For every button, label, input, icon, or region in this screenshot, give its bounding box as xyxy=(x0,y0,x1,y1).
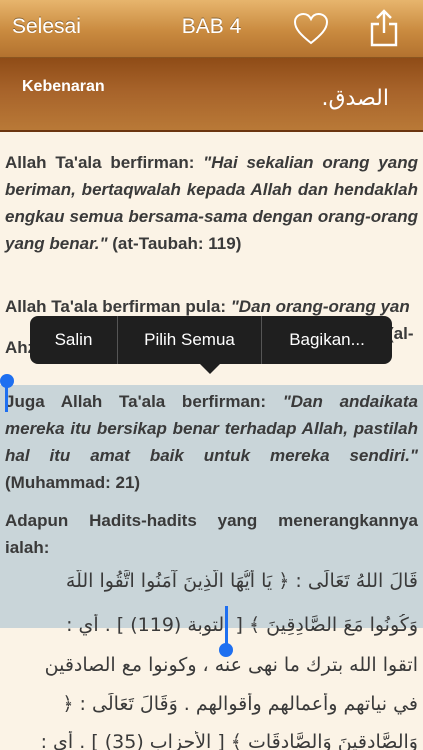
chapter-text[interactable]: Allah Ta'ala berfirman: "Hai sekalian or… xyxy=(0,133,423,750)
arabic-line: وَالصَّادِقِينَ وَالصَّادِقَاتِ ﴾ [ الأح… xyxy=(40,731,418,750)
paragraph-2-quote: "Dan orang-orang yan xyxy=(230,297,410,316)
heart-outline-icon[interactable] xyxy=(293,12,329,46)
navigation-bar: Selesai BAB 4 xyxy=(0,0,423,58)
selection-end-caret xyxy=(225,606,228,648)
chapter-header: Kebenaran الصدق. xyxy=(0,58,423,132)
paragraph-1[interactable]: Allah Ta'ala berfirman: "Hai sekalian or… xyxy=(5,149,418,257)
paragraph-1-ref: (at-Taubah: 119) xyxy=(107,234,242,253)
select-all-menu-item[interactable]: Pilih Semua xyxy=(118,316,262,364)
paragraph-3[interactable]: Juga Allah Ta'ala berfirman: "Dan andaik… xyxy=(5,388,418,496)
paragraph-3-lead: Juga Allah Ta'ala berfirman: xyxy=(5,392,283,411)
arabic-line: في نياتهم وأعمالهم وأقوالهم . وَقَالَ تَ… xyxy=(62,693,418,715)
paragraph-2-ref-tail: (al- xyxy=(388,324,414,343)
copy-menu-item[interactable]: Salin xyxy=(30,316,118,364)
arabic-line: قَالَ اللهُ تَعَالَى : ﴿ يَا أَيُّهَا ال… xyxy=(65,570,418,592)
arabic-line: وَكُونُوا مَعَ الصَّادِقِينَ ﴾ [ التوبة … xyxy=(66,614,418,636)
share-icon[interactable] xyxy=(369,9,399,47)
edit-menu: Salin Pilih Semua Bagikan... xyxy=(30,316,392,364)
edit-menu-pointer xyxy=(199,363,221,374)
paragraph-2-lead: Allah Ta'ala berfirman pula: xyxy=(5,297,231,316)
chapter-title-arabic: الصدق. xyxy=(321,86,389,111)
share-menu-item[interactable]: Bagikan... xyxy=(262,316,392,364)
paragraph-3-ref: (Muhammad: 21) xyxy=(5,473,141,492)
chapter-number-title: BAB 4 xyxy=(181,15,242,38)
arabic-line: اتقوا الله بترك ما نهى عنه ، وكونوا مع ا… xyxy=(44,654,418,676)
paragraph-4[interactable]: Adapun Hadits-hadits yang menerangkannya… xyxy=(5,507,418,561)
chapter-title-latin: Kebenaran xyxy=(22,78,105,95)
selection-end-handle[interactable] xyxy=(219,643,233,657)
paragraph-1-lead: Allah Ta'ala berfirman: xyxy=(5,153,204,172)
selection-start-caret xyxy=(5,386,8,412)
